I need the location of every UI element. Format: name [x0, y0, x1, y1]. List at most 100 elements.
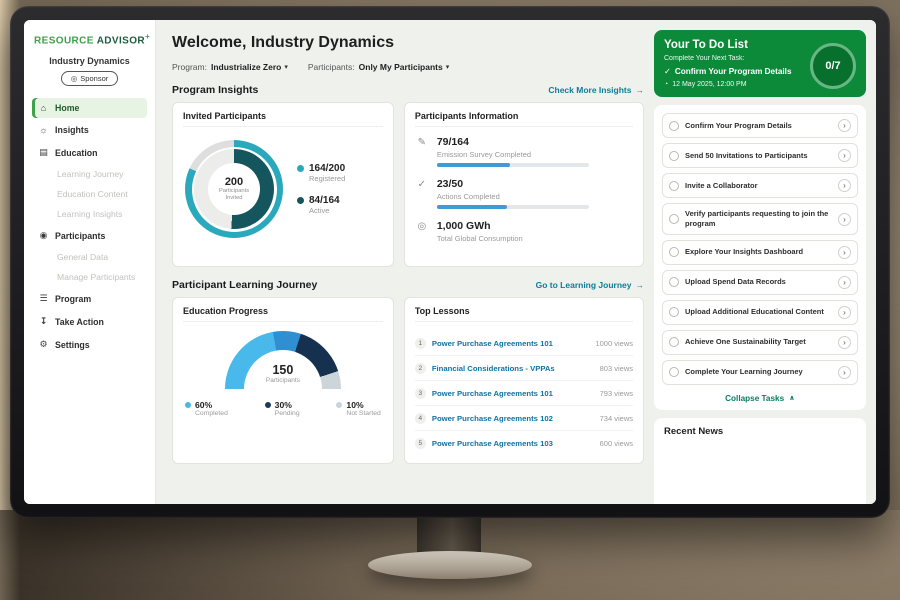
sidebar-item-label: Learning Insights — [57, 209, 122, 219]
task-checkbox[interactable] — [669, 367, 679, 377]
collapse-caret-icon: ∧ — [789, 394, 795, 402]
participants-select[interactable]: Participants: Only My Participants ▾ — [308, 62, 449, 72]
lesson-link[interactable]: Power Purchase Agreements 101 — [432, 389, 594, 398]
lesson-views: 600 views — [600, 439, 633, 448]
sidebar-item-insights[interactable]: ☼ Insights — [32, 120, 147, 140]
program-label: Program: — [172, 62, 207, 72]
recent-news-title: Recent News — [664, 426, 856, 437]
task-row-complete-learning-journey[interactable]: Complete Your Learning Journey › — [662, 360, 858, 385]
card-title: Participants Information — [415, 111, 633, 127]
task-checkbox[interactable] — [669, 337, 679, 347]
chevron-right-icon[interactable]: › — [838, 276, 851, 289]
todo-list-card: Your To Do List Complete Your Next Task:… — [654, 30, 866, 97]
todo-next-task[interactable]: ✓ Confirm Your Program Details — [664, 67, 798, 77]
task-label: Achieve One Sustainability Target — [685, 337, 832, 347]
task-checkbox[interactable] — [669, 214, 679, 224]
participants-label: Participants: — [308, 62, 355, 72]
education-progress-card: Education Progress 150 Participants — [172, 297, 394, 464]
task-label: Confirm Your Program Details — [685, 121, 832, 131]
check-more-insights-link[interactable]: Check More Insights → — [548, 85, 644, 95]
lesson-link[interactable]: Power Purchase Agreements 103 — [432, 439, 594, 448]
task-label: Complete Your Learning Journey — [685, 367, 832, 377]
sponsor-icon: ◎ — [71, 74, 78, 83]
lesson-link[interactable]: Power Purchase Agreements 102 — [432, 414, 594, 423]
chevron-right-icon[interactable]: › — [838, 246, 851, 259]
collapse-label: Collapse Tasks — [725, 394, 784, 403]
lesson-rank: 1 — [415, 338, 426, 349]
sidebar-item-education[interactable]: ▤ Education — [32, 142, 147, 163]
sidebar-item-learning-journey[interactable]: Learning Journey — [32, 165, 147, 183]
chevron-right-icon[interactable]: › — [838, 213, 851, 226]
program-value: Industrialize Zero — [211, 62, 281, 72]
app-logo: RESOURCE ADVISOR+ — [34, 32, 147, 46]
actions-icon: ✓ — [415, 178, 429, 209]
sidebar-item-take-action[interactable]: ↧ Take Action — [32, 311, 147, 332]
main-content: Welcome, Industry Dynamics Program: Indu… — [156, 20, 876, 504]
lesson-link[interactable]: Power Purchase Agreements 101 — [432, 339, 590, 348]
lesson-views: 793 views — [600, 389, 633, 398]
sidebar-item-label: Learning Journey — [57, 169, 123, 179]
program-select[interactable]: Program: Industrialize Zero ▾ — [172, 62, 288, 72]
legend-item-active: 84/164 Active — [297, 195, 345, 215]
chevron-right-icon[interactable]: › — [838, 119, 851, 132]
lesson-views: 734 views — [600, 414, 633, 423]
info-row-consumption: ◎ 1,000 GWh Total Global Consumption — [415, 220, 633, 247]
task-row-upload-educational-content[interactable]: Upload Additional Educational Content › — [662, 300, 858, 325]
donut-center: 200 Participants Invited — [208, 163, 260, 215]
chevron-right-icon[interactable]: › — [838, 366, 851, 379]
task-checkbox[interactable] — [669, 307, 679, 317]
emission-survey-progress-bar — [437, 163, 589, 167]
info-label: Emission Survey Completed — [437, 150, 589, 159]
lesson-link[interactable]: Financial Considerations - VPPAs — [432, 364, 594, 373]
card-title: Education Progress — [183, 306, 383, 322]
sidebar-item-program[interactable]: ☰ Program — [32, 288, 147, 309]
task-row-confirm-program[interactable]: Confirm Your Program Details › — [662, 113, 858, 138]
task-label: Invite a Collaborator — [685, 181, 832, 191]
todo-progress-value: 0/7 — [825, 60, 840, 72]
collapse-tasks-button[interactable]: Collapse Tasks ∧ — [662, 390, 858, 406]
invited-count: 200 — [225, 176, 243, 188]
filter-bar: Program: Industrialize Zero ▾ Participan… — [172, 62, 644, 72]
arrow-right-icon: → — [636, 280, 645, 290]
chevron-right-icon[interactable]: › — [838, 179, 851, 192]
task-checkbox[interactable] — [669, 277, 679, 287]
sidebar-item-label: Settings — [55, 340, 90, 350]
sidebar-item-participants[interactable]: ◉ Participants — [32, 225, 147, 246]
lesson-rank: 2 — [415, 363, 426, 374]
legend-label: Pending — [275, 410, 300, 417]
task-row-invite-collaborator[interactable]: Invite a Collaborator › — [662, 173, 858, 198]
sidebar-item-manage-participants[interactable]: Manage Participants — [32, 268, 147, 286]
task-checkbox[interactable] — [669, 181, 679, 191]
task-checkbox[interactable] — [669, 121, 679, 131]
legend-value: 164/200 — [309, 163, 345, 174]
sidebar-item-learning-insights[interactable]: Learning Insights — [32, 205, 147, 223]
todo-date-label: 12 May 2025, 12:00 PM — [672, 81, 746, 88]
chevron-right-icon[interactable]: › — [838, 336, 851, 349]
task-checkbox[interactable] — [669, 151, 679, 161]
task-checkbox[interactable] — [669, 247, 679, 257]
chevron-right-icon[interactable]: › — [838, 149, 851, 162]
program-insights-header: Program Insights Check More Insights → — [172, 84, 644, 96]
lesson-row: 1 Power Purchase Agreements 101 1000 vie… — [415, 331, 633, 356]
sidebar-item-settings[interactable]: ⚙ Settings — [32, 334, 147, 355]
task-label: Send 50 Invitations to Participants — [685, 151, 832, 161]
chevron-down-icon: ▾ — [284, 63, 288, 71]
org-name: Industry Dynamics — [32, 56, 147, 66]
lesson-rank: 5 — [415, 438, 426, 449]
task-row-upload-spend-data[interactable]: Upload Spend Data Records › — [662, 270, 858, 295]
go-to-learning-journey-link[interactable]: Go to Learning Journey → — [536, 280, 644, 290]
lesson-rank: 4 — [415, 413, 426, 424]
task-row-verify-participants[interactable]: Verify participants requesting to join t… — [662, 203, 858, 235]
chevron-right-icon[interactable]: › — [838, 306, 851, 319]
task-row-explore-insights[interactable]: Explore Your Insights Dashboard › — [662, 240, 858, 265]
info-value: 79/164 — [437, 136, 589, 148]
task-label: Upload Additional Educational Content — [685, 307, 832, 317]
sidebar-item-home[interactable]: ⌂ Home — [32, 98, 147, 118]
sidebar-item-education-content[interactable]: Education Content — [32, 185, 147, 203]
lesson-views: 1000 views — [595, 339, 633, 348]
insights-icon: ☼ — [38, 125, 49, 135]
sidebar-item-general-data[interactable]: General Data — [32, 248, 147, 266]
task-row-send-invitations[interactable]: Send 50 Invitations to Participants › — [662, 143, 858, 168]
info-row-actions: ✓ 23/50 Actions Completed — [415, 178, 633, 209]
task-row-achieve-target[interactable]: Achieve One Sustainability Target › — [662, 330, 858, 355]
